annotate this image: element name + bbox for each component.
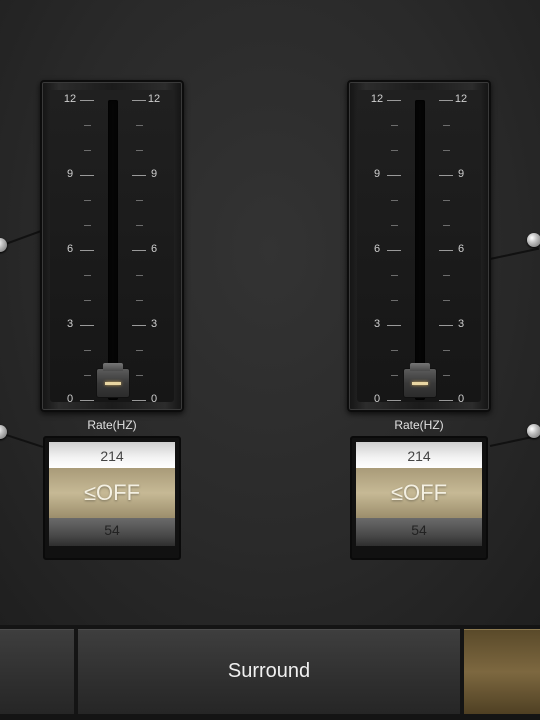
tab-surround[interactable]: Surround <box>78 629 460 714</box>
scale-minor-tick <box>136 200 143 201</box>
meter-face: 12 12 9 9 6 6 3 3 0 0 <box>50 90 174 405</box>
rate-label: Rate(HZ) <box>87 418 137 432</box>
scale-label-left: 0 <box>373 393 381 405</box>
scale-minor-tick <box>84 200 91 201</box>
scale-label-left: 9 <box>373 168 381 180</box>
scale-label-right: 0 <box>457 393 465 405</box>
scale-minor-tick <box>136 300 143 301</box>
scale-tick-left <box>387 100 401 101</box>
picker-option-above[interactable]: 214 <box>49 442 175 468</box>
level-meter: 12 12 9 9 6 6 3 3 0 0 <box>40 80 184 412</box>
slider-thumb[interactable] <box>403 363 437 398</box>
thumb-cap <box>103 363 123 371</box>
tab-left[interactable] <box>0 629 74 714</box>
scale-minor-tick <box>136 225 143 226</box>
scale-minor-tick <box>136 375 143 376</box>
slider-track[interactable] <box>108 100 118 400</box>
rate-label: Rate(HZ) <box>394 418 444 432</box>
scale-minor-tick <box>84 300 91 301</box>
scale-minor-tick <box>136 125 143 126</box>
scale-label-right: 12 <box>147 93 161 105</box>
scale-minor-tick <box>443 350 450 351</box>
scale-minor-tick <box>443 375 450 376</box>
slider-thumb[interactable] <box>96 363 130 398</box>
scale-minor-tick <box>84 275 91 276</box>
scale-minor-tick <box>391 300 398 301</box>
scale-tick-left <box>80 100 94 101</box>
scale-minor-tick <box>84 125 91 126</box>
scale-minor-tick <box>443 150 450 151</box>
scale-tick-left <box>387 400 401 401</box>
scale-label-right: 9 <box>457 168 465 180</box>
scale-label-left: 9 <box>66 168 74 180</box>
slider-track[interactable] <box>415 100 425 400</box>
scale-minor-tick <box>391 125 398 126</box>
scale-label-left: 0 <box>66 393 74 405</box>
thumb-indicator <box>412 382 428 385</box>
scale-minor-tick <box>136 150 143 151</box>
scale-minor-tick <box>391 225 398 226</box>
scale-minor-tick <box>391 375 398 376</box>
scale-minor-tick <box>443 300 450 301</box>
scale-label-right: 0 <box>150 393 158 405</box>
rate-picker[interactable]: 214 ≤OFF 54 <box>350 436 488 560</box>
picker-option-selected[interactable]: ≤OFF <box>356 468 482 518</box>
scale-minor-tick <box>443 275 450 276</box>
scale-minor-tick <box>391 150 398 151</box>
scale-label-left: 12 <box>63 93 77 105</box>
scale-label-right: 6 <box>457 243 465 255</box>
rate-control-unit-left: 12 12 9 9 6 6 3 3 0 0 Rate(HZ) 214 ≤OFF 54 <box>40 80 184 560</box>
scale-tick-left <box>80 175 94 176</box>
scale-label-right: 3 <box>150 318 158 330</box>
scale-label-right: 12 <box>454 93 468 105</box>
scale-label-right: 9 <box>150 168 158 180</box>
scale-minor-tick <box>84 225 91 226</box>
scale-minor-tick <box>136 350 143 351</box>
scale-label-left: 3 <box>66 318 74 330</box>
right-knob-bottom[interactable] <box>527 424 540 438</box>
scale-label-right: 6 <box>150 243 158 255</box>
tab-bar: Surround <box>0 625 540 720</box>
thumb-cap <box>410 363 430 371</box>
scale-label-left: 3 <box>373 318 381 330</box>
scale-minor-tick <box>391 200 398 201</box>
rate-control-unit-right: 12 12 9 9 6 6 3 3 0 0 Rate(HZ) 214 ≤OFF 54 <box>347 80 491 560</box>
scale-minor-tick <box>391 275 398 276</box>
level-meter: 12 12 9 9 6 6 3 3 0 0 <box>347 80 491 412</box>
scale-tick-left <box>387 175 401 176</box>
picker-option-below[interactable]: 54 <box>356 518 482 546</box>
scale-minor-tick <box>391 350 398 351</box>
scale-tick-left <box>387 325 401 326</box>
scale-label-right: 3 <box>457 318 465 330</box>
scale-minor-tick <box>443 200 450 201</box>
meter-face: 12 12 9 9 6 6 3 3 0 0 <box>357 90 481 405</box>
scale-label-left: 12 <box>370 93 384 105</box>
scale-tick-left <box>80 250 94 251</box>
tab-right[interactable] <box>464 629 540 714</box>
picker-option-selected[interactable]: ≤OFF <box>49 468 175 518</box>
right-knob-top[interactable] <box>527 233 540 247</box>
scale-minor-tick <box>136 275 143 276</box>
scale-tick-left <box>387 250 401 251</box>
scale-minor-tick <box>84 150 91 151</box>
scale-tick-left <box>80 325 94 326</box>
tab-surround-label: Surround <box>227 660 311 682</box>
scale-label-left: 6 <box>66 243 74 255</box>
rate-picker[interactable]: 214 ≤OFF 54 <box>43 436 181 560</box>
scale-tick-left <box>80 400 94 401</box>
scale-minor-tick <box>443 125 450 126</box>
scale-minor-tick <box>84 375 91 376</box>
scale-minor-tick <box>443 225 450 226</box>
scale-minor-tick <box>84 350 91 351</box>
picker-option-above[interactable]: 214 <box>356 442 482 468</box>
picker-option-below[interactable]: 54 <box>49 518 175 546</box>
scale-label-left: 6 <box>373 243 381 255</box>
thumb-indicator <box>105 382 121 385</box>
